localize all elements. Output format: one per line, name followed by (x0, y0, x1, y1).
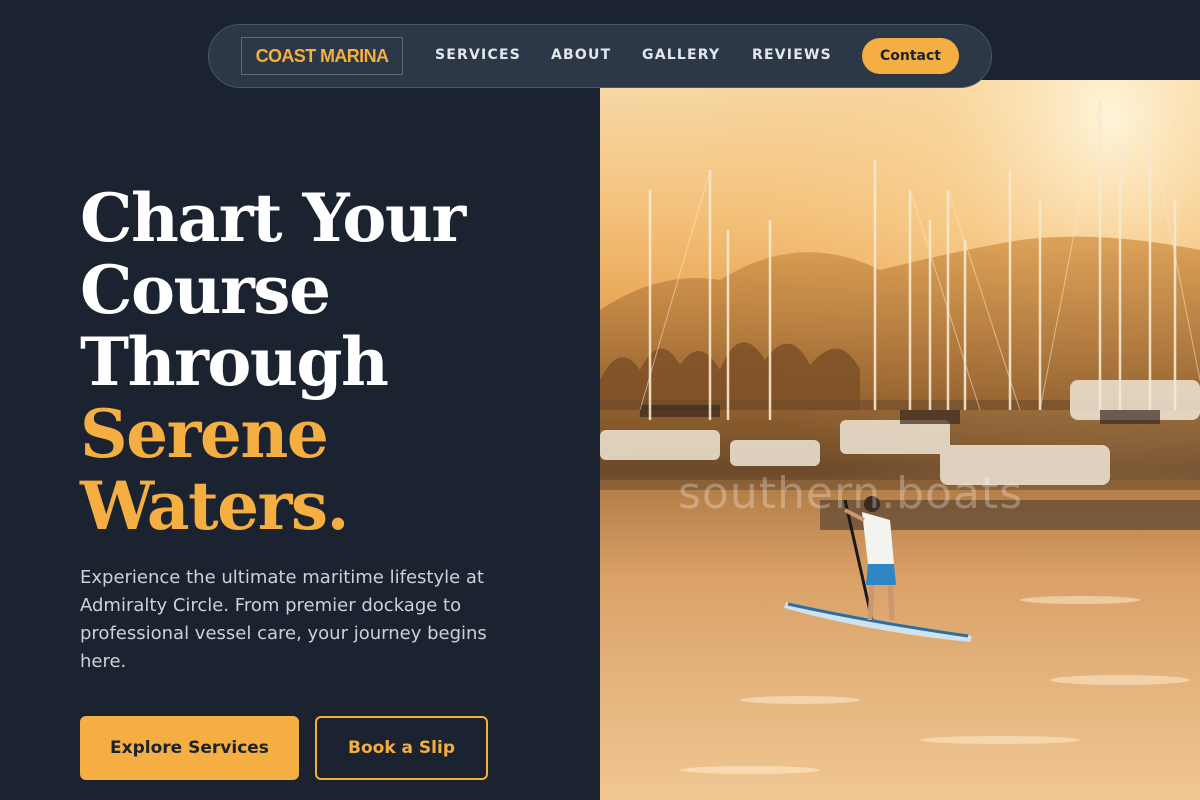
nav-link-reviews[interactable]: REVIEWS (752, 47, 832, 63)
brand-logo[interactable]: COAST MARINA (241, 37, 403, 75)
nav-link-gallery[interactable]: GALLERY (642, 47, 720, 63)
book-slip-button[interactable]: Book a Slip (315, 716, 488, 780)
top-navigation: COAST MARINA SERVICES ABOUT GALLERY REVI… (208, 24, 992, 88)
hero-description: Experience the ultimate maritime lifesty… (80, 567, 487, 672)
headline-accent-line: Serene (80, 395, 329, 473)
image-watermark: southern.boats (678, 468, 1024, 519)
headline-line: Through (80, 323, 389, 401)
hero-headline: Chart Your Course Through Serene Waters. (80, 182, 580, 542)
contact-button[interactable]: Contact (862, 38, 959, 74)
hero-image (600, 80, 1200, 800)
headline-line: Chart Your (80, 179, 466, 257)
explore-services-button[interactable]: Explore Services (80, 716, 299, 780)
headline-accent-line: Waters. (80, 467, 350, 545)
marina-sunset-illustration (600, 80, 1200, 800)
headline-line: Course (80, 251, 331, 329)
nav-link-services[interactable]: SERVICES (435, 47, 521, 63)
nav-link-about[interactable]: ABOUT (551, 47, 611, 63)
